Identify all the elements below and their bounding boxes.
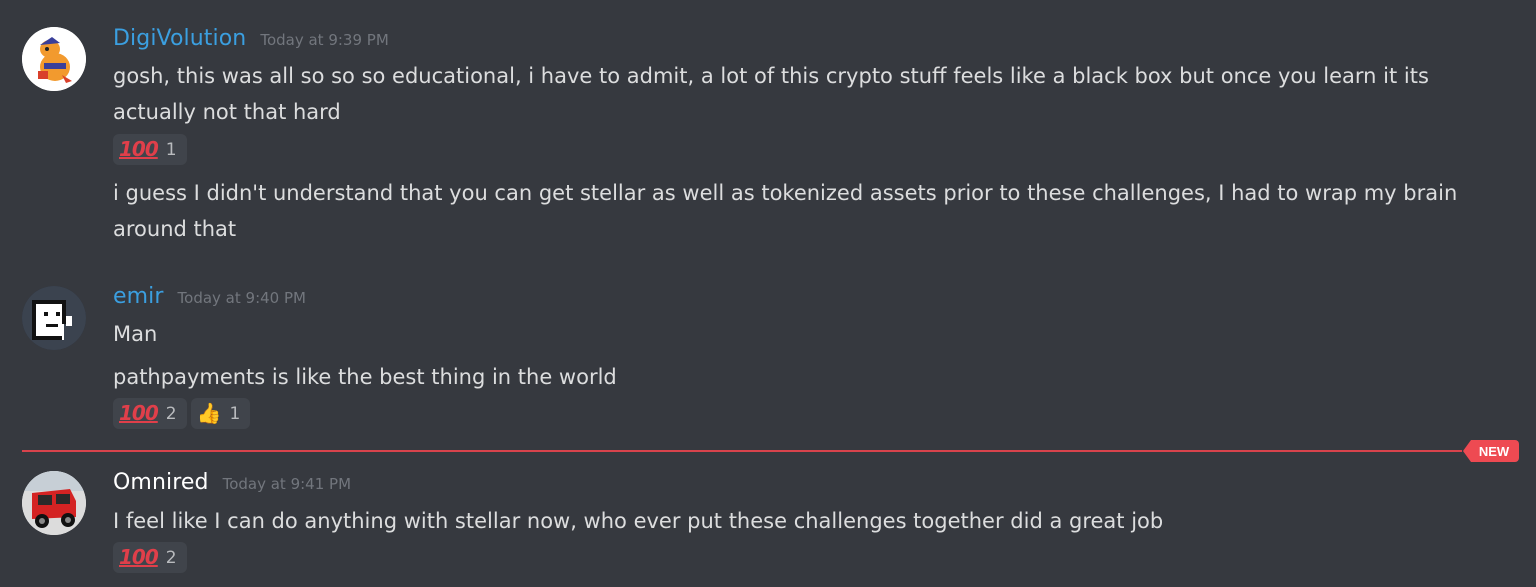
pixel-face-avatar-icon: [22, 286, 86, 350]
reaction-count: 1: [229, 403, 241, 424]
new-messages-badge: NEW: [1463, 440, 1519, 462]
avatar[interactable]: [22, 27, 86, 91]
message-text: gosh, this was all so so so educational,…: [113, 64, 1429, 124]
red-car-avatar-icon: [22, 471, 86, 535]
avatar[interactable]: [22, 286, 86, 350]
reaction-thumbs-up[interactable]: 👍 1: [190, 398, 251, 429]
message-timestamp: Today at 9:40 PM: [177, 289, 306, 307]
reaction-100[interactable]: 100 1: [113, 134, 187, 165]
avatar[interactable]: [22, 471, 86, 535]
message-text: pathpayments is like the best thing in t…: [113, 365, 617, 389]
message-text: i guess I didn't understand that you can…: [113, 181, 1458, 241]
100-icon: 100: [119, 401, 159, 425]
message-text: Man: [113, 322, 158, 346]
chat-message-list: DigiVolution Today at 9:39 PM gosh, this…: [0, 0, 1536, 587]
reaction-100[interactable]: 100 2: [113, 398, 187, 429]
100-icon: 100: [119, 137, 159, 161]
reaction-bar: 100 2: [113, 542, 187, 573]
100-icon: 100: [119, 545, 159, 569]
reaction-bar: 100 2 👍 1: [113, 398, 251, 429]
reaction-count: 2: [165, 547, 177, 568]
reaction-count: 1: [165, 139, 177, 160]
new-messages-divider: [22, 450, 1462, 452]
message-text: I feel like I can do anything with stell…: [113, 509, 1164, 533]
thumbs-up-icon: 👍: [196, 401, 222, 425]
username[interactable]: Omnired: [113, 470, 209, 495]
message-timestamp: Today at 9:39 PM: [260, 31, 389, 49]
reaction-bar: 100 1: [113, 134, 187, 165]
reaction-100[interactable]: 100 2: [113, 542, 187, 573]
username[interactable]: DigiVolution: [113, 26, 246, 51]
message-timestamp: Today at 9:41 PM: [222, 475, 352, 493]
reaction-count: 2: [165, 403, 177, 424]
orange-creature-avatar-icon: [22, 27, 86, 91]
username[interactable]: emir: [113, 284, 164, 309]
